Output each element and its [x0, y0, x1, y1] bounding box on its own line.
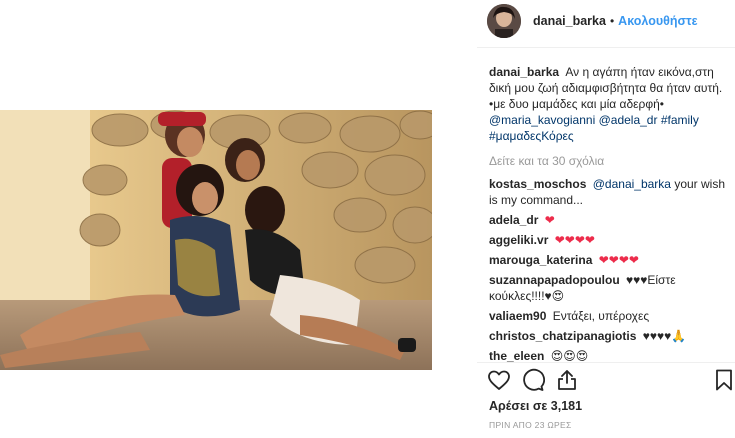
comment-item: valiaem90 Εντάξει, υπέροχες	[489, 308, 727, 324]
header-divider	[477, 47, 735, 48]
comment-item: adela_dr ❤	[489, 212, 727, 228]
comment-mention[interactable]: @danai_barka	[593, 177, 671, 191]
heart-icon[interactable]	[487, 368, 511, 392]
header-username[interactable]: danai_barka	[533, 14, 606, 28]
post-header: danai_barka • Ακολουθήστε	[487, 4, 698, 38]
comment-item: kostas_moschos @danai_barka your wish is…	[489, 176, 727, 208]
comment-text: ❤❤❤❤	[598, 253, 639, 267]
post-photo[interactable]	[0, 110, 432, 370]
share-icon[interactable]	[555, 368, 579, 392]
post-photo-image	[0, 110, 432, 370]
post-sidebar: danai_barka • Ακολουθήστε danai_barka Αν…	[477, 0, 735, 438]
post-caption: danai_barka Αν η αγάπη ήταν εικόνα,στη δ…	[489, 64, 727, 144]
post-image-panel	[0, 0, 477, 438]
comment-username[interactable]: adela_dr	[489, 213, 538, 227]
comment-username[interactable]: valiaem90	[489, 309, 546, 323]
view-all-comments-link[interactable]: Δείτε και τα 30 σχόλια	[489, 154, 727, 168]
comment-text: 😍😍😍	[550, 349, 589, 363]
post-actions	[487, 366, 732, 394]
comment-username[interactable]: marouga_katerina	[489, 253, 592, 267]
comment-username[interactable]: christos_chatzipanagiotis	[489, 329, 636, 343]
comment-text: Εντάξει, υπέροχες	[552, 309, 650, 323]
comment-item: christos_chatzipanagiotis ♥♥♥♥🙏	[489, 328, 727, 344]
caption-mention[interactable]: @maria_kavogianni	[489, 113, 595, 127]
caption-mention[interactable]: @adela_dr	[599, 113, 658, 127]
comment-username[interactable]: the_eleen	[489, 349, 544, 363]
bookmark-icon[interactable]	[712, 368, 735, 392]
likes-count[interactable]: Αρέσει σε 3,181	[489, 399, 582, 413]
comment-username[interactable]: kostas_moschos	[489, 177, 586, 191]
comment-icon[interactable]	[521, 368, 545, 392]
post-timestamp: ΠΡΙΝ ΑΠΟ 23 ΩΡΕΣ	[489, 420, 572, 430]
caption-username[interactable]: danai_barka	[489, 65, 559, 79]
comments-section: danai_barka Αν η αγάπη ήταν εικόνα,στη δ…	[489, 64, 727, 364]
comment-text: ❤❤❤❤	[554, 233, 595, 247]
comment-username[interactable]: suzannapapadopoulou	[489, 273, 620, 287]
actions-divider	[477, 362, 735, 363]
comment-item: marouga_katerina ❤❤❤❤	[489, 252, 727, 268]
comment-username[interactable]: aggeliki.vr	[489, 233, 548, 247]
comment-text: ❤	[544, 213, 555, 227]
avatar[interactable]	[487, 4, 521, 38]
caption-hashtag[interactable]: #μαμαδεςΚόρες	[489, 129, 574, 143]
comment-item: suzannapapadopoulou ♥♥♥Είστε κούκλες!!!!…	[489, 272, 727, 304]
header-separator: •	[609, 14, 615, 28]
caption-hashtag[interactable]: #family	[661, 113, 699, 127]
follow-button[interactable]: Ακολουθήστε	[618, 14, 697, 28]
comment-item: aggeliki.vr ❤❤❤❤	[489, 232, 727, 248]
comment-text: ♥♥♥♥🙏	[642, 329, 687, 343]
